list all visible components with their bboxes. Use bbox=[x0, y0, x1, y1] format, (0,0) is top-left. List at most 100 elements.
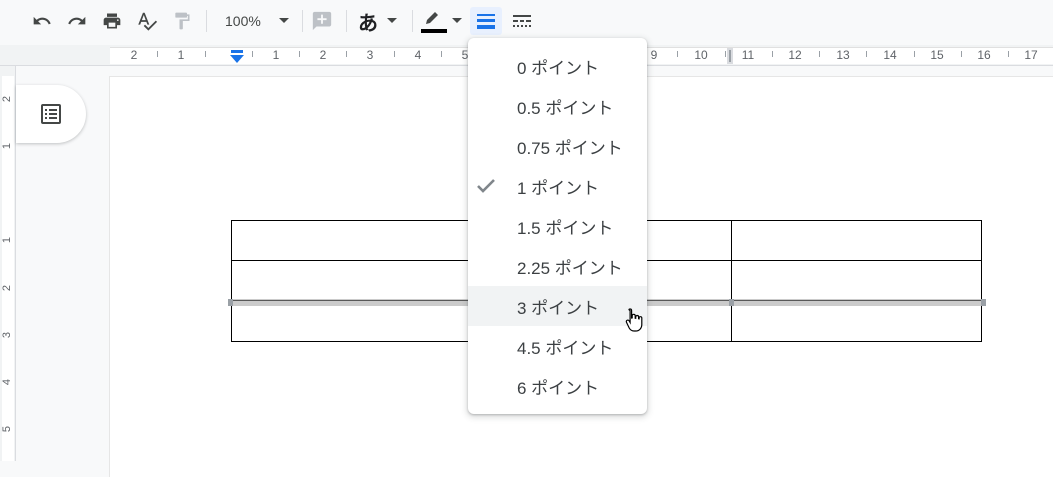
undo-button[interactable] bbox=[28, 7, 56, 35]
ruler-tick bbox=[866, 51, 867, 57]
border-width-option-hovered[interactable]: 3 ポイント bbox=[468, 286, 647, 326]
chevron-down-icon bbox=[387, 18, 397, 23]
add-comment-button[interactable] bbox=[308, 7, 336, 35]
vertical-ruler[interactable]: 2 1 1 2 3 4 5 bbox=[0, 66, 16, 461]
border-dash-button[interactable] bbox=[508, 7, 536, 35]
ruler-tick bbox=[157, 51, 158, 57]
chevron-down-icon bbox=[452, 18, 462, 23]
ruler-tick bbox=[441, 51, 442, 57]
border-width-option[interactable]: 6 ポイント bbox=[468, 366, 647, 406]
vertical-ruler-label: 1 bbox=[1, 142, 13, 150]
border-width-option[interactable]: 2.25 ポイント bbox=[468, 246, 647, 286]
ruler-label: 11 bbox=[741, 48, 755, 62]
ruler-label: 1 bbox=[272, 48, 280, 62]
table-cell[interactable] bbox=[731, 300, 982, 342]
zoom-value: 100% bbox=[225, 13, 261, 29]
print-button[interactable] bbox=[98, 7, 126, 35]
ruler-tick bbox=[1008, 51, 1009, 57]
option-label: 3 ポイント bbox=[517, 298, 600, 318]
print-icon bbox=[103, 13, 121, 29]
border-width-option[interactable]: 0.5 ポイント bbox=[468, 86, 647, 126]
ruler-tick bbox=[252, 51, 253, 57]
vertical-ruler-label: 2 bbox=[1, 284, 13, 292]
option-label: 6 ポイント bbox=[517, 378, 600, 398]
ruler-tick bbox=[299, 51, 300, 57]
vertical-ruler-label: 2 bbox=[1, 95, 13, 103]
border-width-menu: 0 ポイント 0.5 ポイント 0.75 ポイント 1 ポイント 1.5 ポイン… bbox=[468, 38, 647, 414]
vertical-ruler-label: 3 bbox=[1, 331, 13, 339]
spellcheck-icon bbox=[138, 12, 158, 31]
vertical-ruler-label: 1 bbox=[1, 236, 13, 244]
hand-cursor-icon bbox=[625, 308, 643, 332]
border-width-option[interactable]: 1.5 ポイント bbox=[468, 206, 647, 246]
border-handle[interactable] bbox=[981, 299, 986, 306]
ruler-label: 3 bbox=[366, 48, 374, 62]
border-dash-icon bbox=[513, 15, 531, 27]
ruler-label: 17 bbox=[1024, 48, 1038, 62]
ruler-label: 1 bbox=[177, 48, 185, 62]
ruler-tick bbox=[819, 51, 820, 57]
zoom-select[interactable]: 100% bbox=[218, 7, 294, 35]
indent-marker-icon[interactable] bbox=[229, 50, 245, 63]
paint-format-icon bbox=[175, 12, 190, 30]
ruler-tick bbox=[961, 51, 962, 57]
pen-color-icon bbox=[421, 12, 447, 33]
option-label: 0 ポイント bbox=[517, 58, 600, 78]
option-label: 2.25 ポイント bbox=[517, 258, 623, 278]
document-outline-button[interactable] bbox=[16, 85, 86, 143]
checkmark-icon bbox=[477, 179, 495, 193]
vertical-ruler-document-area bbox=[2, 76, 14, 461]
add-comment-icon bbox=[312, 11, 332, 31]
border-handle[interactable] bbox=[228, 299, 233, 306]
border-width-option[interactable]: 4.5 ポイント bbox=[468, 326, 647, 366]
ruler-label: 10 bbox=[694, 48, 708, 62]
chevron-down-icon bbox=[278, 18, 289, 23]
ruler-label: 13 bbox=[836, 48, 850, 62]
list-icon bbox=[41, 104, 61, 124]
ruler-tick bbox=[205, 51, 206, 57]
ruler-label: 2 bbox=[130, 48, 138, 62]
ruler-tick bbox=[677, 51, 678, 57]
redo-button[interactable] bbox=[63, 7, 91, 35]
option-label: 1.5 ポイント bbox=[517, 218, 614, 238]
ruler-label: 15 bbox=[930, 48, 944, 62]
toolbar-separator bbox=[412, 10, 413, 32]
ruler-tick bbox=[725, 51, 726, 57]
table-cell[interactable] bbox=[731, 260, 982, 301]
ruler-label: 16 bbox=[977, 48, 991, 62]
table-cell[interactable] bbox=[731, 220, 982, 261]
border-width-option[interactable]: 0 ポイント bbox=[468, 46, 647, 86]
toolbar-separator bbox=[302, 10, 303, 32]
border-width-option[interactable]: 0.75 ポイント bbox=[468, 126, 647, 166]
option-label: 0.5 ポイント bbox=[517, 98, 614, 118]
border-width-button[interactable] bbox=[470, 7, 502, 35]
ruler-tick bbox=[394, 51, 395, 57]
ruler-label: 14 bbox=[883, 48, 897, 62]
paint-format-button[interactable] bbox=[168, 7, 196, 35]
ruler-label: 2 bbox=[319, 48, 327, 62]
toolbar-separator bbox=[346, 10, 347, 32]
input-tools-label: あ bbox=[358, 12, 378, 35]
spellcheck-button[interactable] bbox=[133, 7, 161, 35]
option-label: 0.75 ポイント bbox=[517, 138, 623, 158]
border-color-button[interactable] bbox=[420, 7, 464, 35]
ruler-tick bbox=[772, 51, 773, 57]
option-label: 4.5 ポイント bbox=[517, 338, 614, 358]
ruler-label: 4 bbox=[414, 48, 422, 62]
border-width-option-selected[interactable]: 1 ポイント bbox=[468, 166, 647, 206]
ruler-label: 12 bbox=[788, 48, 802, 62]
toolbar-separator bbox=[206, 10, 207, 32]
option-label: 1 ポイント bbox=[517, 178, 600, 198]
ruler-label: 9 bbox=[650, 48, 658, 62]
border-width-menu-list: 0 ポイント 0.5 ポイント 0.75 ポイント 1 ポイント 1.5 ポイン… bbox=[468, 38, 647, 406]
column-handle-icon[interactable] bbox=[727, 48, 733, 64]
vertical-ruler-label: 4 bbox=[1, 378, 13, 386]
undo-icon bbox=[33, 16, 51, 25]
ruler-tick bbox=[346, 51, 347, 57]
redo-icon bbox=[68, 16, 86, 25]
border-width-icon bbox=[477, 14, 495, 29]
input-tools-button[interactable]: あ bbox=[354, 7, 404, 35]
vertical-ruler-label: 5 bbox=[1, 425, 13, 433]
border-handle[interactable] bbox=[729, 299, 734, 306]
ruler-tick bbox=[914, 51, 915, 57]
